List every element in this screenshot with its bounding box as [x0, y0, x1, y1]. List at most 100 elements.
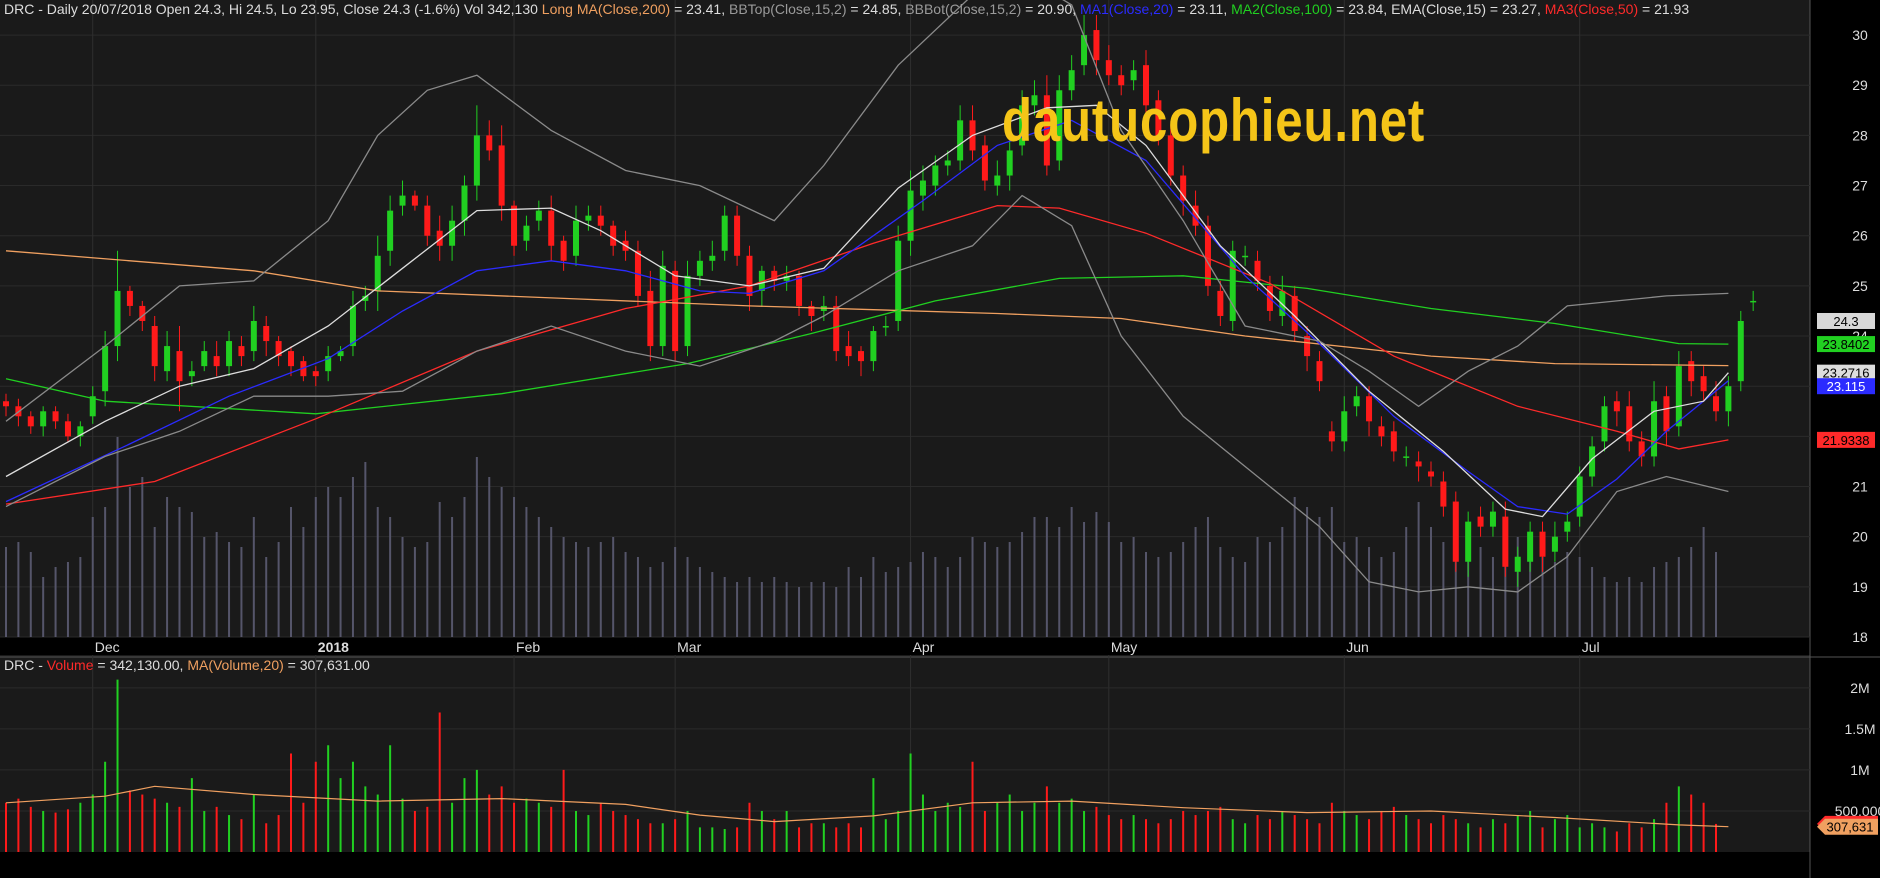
candle-body-129	[1601, 406, 1608, 442]
candle-body-123	[1527, 531, 1534, 562]
candle-body-45	[560, 240, 567, 261]
candle-body-114	[1415, 461, 1422, 467]
indicator-label-0: Long MA(Close,200)	[541, 1, 671, 17]
candle-body-36	[449, 220, 456, 246]
candle-body-136	[1688, 361, 1695, 382]
candle-body-79	[981, 145, 988, 181]
price-tag-label-0: 24.3	[1833, 314, 1858, 329]
candle-117	[1452, 491, 1459, 572]
candle-72	[895, 225, 902, 332]
candle-body-140	[1737, 320, 1744, 382]
indicator-label-1: BBTop(Close,15,2)	[728, 1, 847, 17]
candle-body-70	[870, 331, 877, 362]
candle-body-28	[349, 305, 356, 347]
candle-body-60	[746, 255, 753, 296]
candle-body-130	[1613, 401, 1620, 412]
candle-body-77	[957, 120, 964, 161]
indicator-label-6: MA3(Close,50)	[1544, 1, 1639, 17]
candle-body-2	[27, 416, 34, 427]
candle-body-32	[399, 195, 406, 206]
candle-body-40	[498, 145, 505, 206]
indicator-value-6: = 21.93	[1638, 1, 1690, 17]
candle-body-68	[845, 346, 852, 357]
candle-body-48	[597, 215, 604, 226]
candle-body-53	[659, 265, 666, 347]
price-tick-label-10: 28	[1852, 127, 1868, 143]
candle-body-21	[263, 326, 270, 342]
price-tag-label-4: 21.9338	[1823, 433, 1870, 448]
indicator-label-2: BBBot(Close,15,2)	[905, 1, 1022, 17]
candle-body-120	[1489, 511, 1496, 527]
candle-body-64	[796, 275, 803, 306]
price-tick-label-1: 19	[1852, 579, 1868, 595]
candle-body-18	[226, 341, 233, 367]
candle-body-89	[1105, 60, 1112, 76]
candle-body-37	[461, 185, 468, 221]
candle-body-16	[201, 351, 208, 367]
candle-body-39	[486, 135, 493, 151]
price-tick-label-2: 20	[1852, 529, 1868, 545]
indicator-value-1: = 24.85,	[846, 1, 906, 17]
indicator-value-5: = 23.27,	[1485, 1, 1545, 17]
price-tag-label-3: 23.115	[1827, 379, 1866, 394]
volume-label-1: MA(Volume,20)	[187, 657, 284, 673]
x-tick-label-1: 2018	[318, 639, 349, 655]
candle-body-119	[1477, 516, 1484, 527]
price-panel-bg	[0, 0, 1810, 637]
candle-body-72	[895, 240, 902, 321]
candle-body-31	[387, 210, 394, 251]
volume-panel-bg	[0, 655, 1810, 852]
candle-body-12	[151, 326, 158, 367]
price-tick-label-8: 26	[1852, 228, 1868, 244]
candle-body-108	[1341, 411, 1348, 442]
candle-body-8	[102, 346, 109, 392]
candle-body-34	[424, 205, 431, 236]
candle-140	[1737, 310, 1744, 392]
indicator-value-3: = 23.11,	[1173, 1, 1232, 17]
candle-body-49	[610, 225, 617, 246]
indicator-label-5: EMA(Close,15)	[1391, 1, 1486, 17]
candle-body-107	[1328, 431, 1335, 442]
indicator-value-0: = 23.41,	[670, 1, 729, 17]
candle-body-17	[213, 356, 220, 367]
candle-body-90	[1118, 75, 1125, 86]
price-tag-label-1: 23.8402	[1823, 337, 1870, 352]
candle-body-115	[1428, 471, 1434, 477]
candle-body-76	[944, 160, 951, 166]
candle-body-87	[1081, 35, 1088, 66]
candle-body-80	[994, 175, 1001, 186]
candle-body-71	[882, 326, 889, 328]
candle-body-127	[1576, 476, 1583, 517]
volume-tag-1: 307,631	[1817, 818, 1878, 835]
candle-97	[1204, 215, 1211, 296]
candle-body-59	[734, 215, 741, 256]
indicator-legend: Long MA(Close,200) = 23.41, BBTop(Close,…	[542, 1, 1689, 17]
volume-tick-label-3: 2M	[1850, 680, 1869, 696]
candle-body-88	[1093, 30, 1100, 61]
volume-tick-label-2: 1.5M	[1844, 721, 1875, 737]
candle-body-125	[1551, 536, 1558, 552]
candle-body-20	[250, 320, 257, 352]
candle-body-44	[548, 210, 555, 246]
x-tick-label-4: Apr	[913, 639, 935, 655]
x-tick-label-0: Dec	[95, 639, 120, 655]
candle-body-47	[585, 215, 592, 221]
price-tick-label-12: 30	[1852, 27, 1868, 43]
candle-body-38	[473, 135, 480, 186]
candle-body-98	[1217, 290, 1224, 316]
candle-body-54	[672, 270, 679, 352]
candle-body-132	[1638, 441, 1645, 457]
candle-body-95	[1180, 175, 1187, 201]
candle-body-13	[164, 346, 171, 372]
watermark-logo: dautucophieu.net	[1002, 87, 1426, 154]
x-tick-label-5: May	[1111, 639, 1137, 655]
price-tag-0: 24.3	[1817, 312, 1875, 329]
price-tick-label-7: 25	[1852, 278, 1868, 294]
volume-value-0: = 342,130.00,	[93, 657, 188, 673]
candle-body-138	[1713, 396, 1719, 412]
volume-legend: Volume = 342,130.00, MA(Volume,20) = 307…	[47, 657, 370, 673]
candle-body-141	[1750, 300, 1757, 303]
price-tick-label-0: 18	[1852, 629, 1868, 645]
candle-body-109	[1353, 396, 1360, 407]
candle-body-4	[52, 411, 59, 422]
